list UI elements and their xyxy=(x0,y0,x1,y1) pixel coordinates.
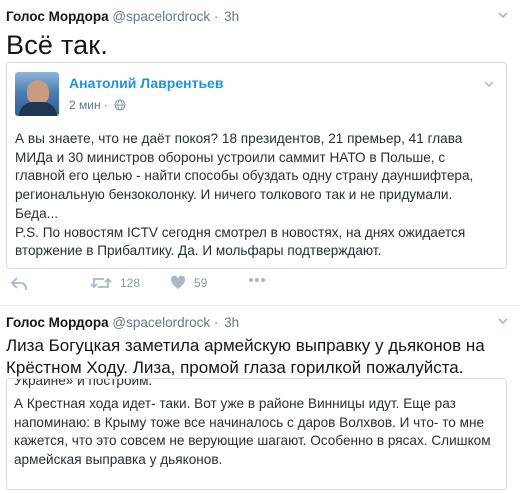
more-button[interactable] xyxy=(248,277,266,283)
quoted-post-text: А вы знаете, что не даёт покоя? 18 прези… xyxy=(15,130,498,261)
tweet-text: Лиза Богуцкая заметила армейскую выправк… xyxy=(6,336,485,377)
retweet-icon xyxy=(90,275,112,291)
author-handle[interactable]: @spacelordrock xyxy=(112,315,210,330)
tweet-header: Голос Мордора @spacelordrock · 3h xyxy=(6,315,239,330)
tweet-timestamp[interactable]: 3h xyxy=(224,315,239,330)
tweet[interactable]: Голос Мордора @spacelordrock · 3h Всё та… xyxy=(0,0,520,306)
author-name[interactable]: Голос Мордора xyxy=(6,9,109,24)
chevron-down-icon[interactable] xyxy=(496,314,510,328)
quoted-author-name[interactable]: Анатолий Лаврентьев xyxy=(69,75,223,91)
like-count: 59 xyxy=(194,275,208,290)
chevron-down-icon[interactable] xyxy=(496,8,510,22)
quoted-post-time[interactable]: 2 мин xyxy=(69,98,101,112)
quoted-post-text: А Крестная хода идет- таки. Вот уже в ра… xyxy=(14,396,491,467)
quoted-paragraph: А вы знаете, что не даёт покоя? 18 прези… xyxy=(15,131,474,221)
tweet-actions: 128 59 xyxy=(0,272,520,296)
quoted-post-card[interactable]: Анатолий Лаврентьев 2 мин · А вы знаете,… xyxy=(6,62,507,269)
like-button[interactable]: 59 xyxy=(170,275,207,290)
quoted-text-cut-line: Украине» и построим. xyxy=(14,378,153,388)
tweet-timestamp[interactable]: 3h xyxy=(224,9,239,24)
tweet-header: Голос Мордора @spacelordrock · 3h xyxy=(6,9,239,24)
author-name[interactable]: Голос Мордора xyxy=(6,315,109,330)
reply-button[interactable] xyxy=(10,276,28,292)
avatar[interactable] xyxy=(15,72,59,116)
chevron-down-icon[interactable] xyxy=(482,77,496,96)
tweet[interactable]: Голос Мордора @spacelordrock · 3h Лиза Б… xyxy=(0,306,520,493)
globe-icon xyxy=(114,99,126,114)
retweet-count: 128 xyxy=(120,276,141,290)
separator-dot: · xyxy=(213,9,219,24)
heart-icon xyxy=(170,275,186,290)
quoted-paragraph: P.S. По новостям ICTV сегодня смотрел в … xyxy=(15,224,466,259)
retweet-button[interactable]: 128 xyxy=(90,275,140,291)
quoted-post-card[interactable]: Украине» и построим. А Крестная хода иде… xyxy=(6,378,507,490)
more-icon xyxy=(248,277,266,283)
reply-icon xyxy=(10,276,28,292)
tweet-text: Всё так. xyxy=(6,30,109,60)
separator-dot: · xyxy=(213,315,219,330)
quoted-post-meta: 2 мин · xyxy=(69,98,126,114)
author-handle[interactable]: @spacelordrock xyxy=(112,9,210,24)
